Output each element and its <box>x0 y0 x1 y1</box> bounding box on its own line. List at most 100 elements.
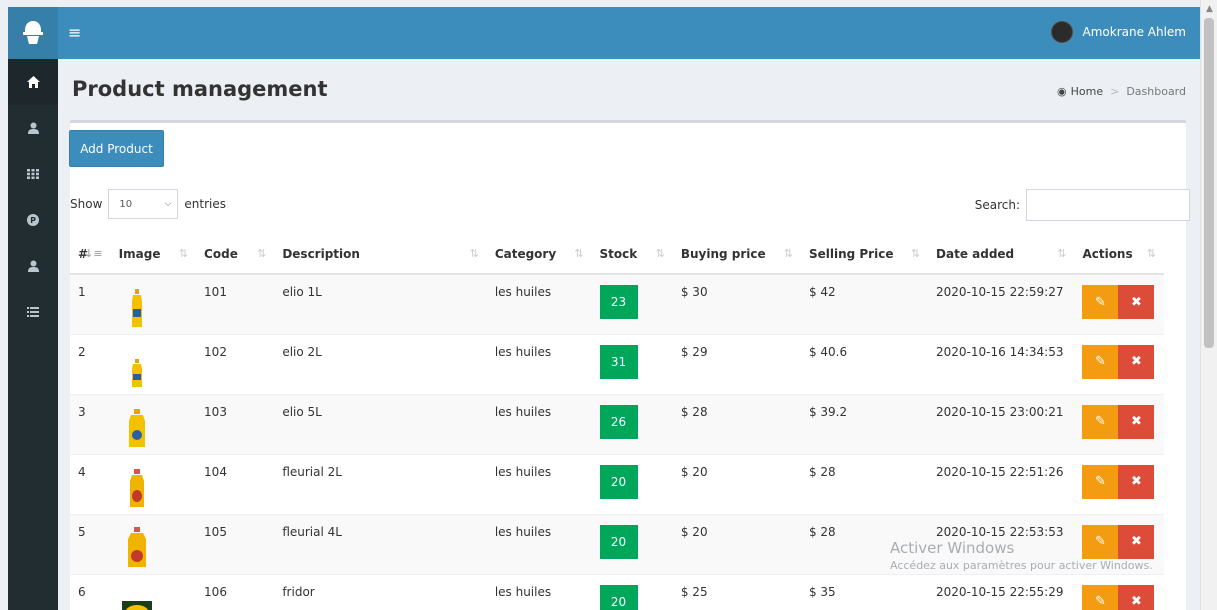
entries-value: 10 <box>119 198 133 210</box>
delete-button[interactable]: ✖ <box>1118 344 1155 379</box>
product-category: les huiles <box>486 513 592 574</box>
product-image <box>110 333 197 394</box>
stock-badge: 20 <box>599 464 638 499</box>
sidebar-item-users[interactable] <box>8 105 58 151</box>
user-menu[interactable]: Amokrane Ahlem <box>1050 21 1186 43</box>
pencil-icon: ✎ <box>1094 594 1106 609</box>
col-image[interactable]: Image ⇅ <box>110 234 197 275</box>
stock-cell: 31 <box>591 333 673 394</box>
pencil-icon: ✎ <box>1094 414 1106 429</box>
edit-button[interactable]: ✎ <box>1082 404 1119 439</box>
product-category: les huiles <box>486 273 592 334</box>
actions-cell: ✎ ✖ <box>1074 393 1164 454</box>
date-added: 2020-10-15 22:51:26 <box>928 453 1075 514</box>
sort-icon: ⇅ <box>783 247 793 260</box>
delete-button[interactable]: ✖ <box>1118 584 1155 610</box>
sort-icon: ⇅ <box>655 247 665 260</box>
show-label: Show <box>70 197 103 211</box>
breadcrumb-separator: > <box>1110 85 1120 98</box>
sort-icon: ⇅ <box>1146 247 1156 260</box>
sidebar-item-grid[interactable] <box>8 151 58 197</box>
sort-icon: ⇅ <box>178 247 189 260</box>
actions-cell: ✎ ✖ <box>1074 273 1164 334</box>
search-control: Search: <box>975 189 1190 221</box>
table-row: 3 103 elio 5L les huiles 26 $ 28 $ 39.2 … <box>70 393 1164 454</box>
breadcrumb: ◉ Home > Dashboard <box>1057 85 1186 98</box>
product-image <box>110 513 197 574</box>
dashboard-icon: ◉ <box>1057 85 1067 98</box>
stock-cell: 20 <box>591 453 673 514</box>
windows-activation-watermark: Activer Windows Accédez aux paramètres p… <box>890 539 1153 572</box>
actions-cell: ✎ ✖ <box>1074 453 1164 514</box>
close-icon: ✖ <box>1130 474 1142 489</box>
buying-price: $ 25 <box>672 573 801 610</box>
breadcrumb-home[interactable]: Home <box>1071 85 1103 98</box>
col-buying-price[interactable]: Buying price ⇅ <box>672 234 801 275</box>
oil-bottle-icon <box>131 289 142 327</box>
entries-label: entries <box>184 197 226 211</box>
product-code: 106 <box>196 573 275 610</box>
sort-icon: ⇅ <box>574 247 584 260</box>
edit-button[interactable]: ✎ <box>1082 464 1119 499</box>
col-selling-price[interactable]: Selling Price ⇅ <box>800 234 929 275</box>
delete-button[interactable]: ✖ <box>1118 404 1155 439</box>
row-number: 5 <box>70 513 111 574</box>
user-icon <box>27 260 39 272</box>
edit-button[interactable]: ✎ <box>1082 584 1119 610</box>
user-icon <box>27 122 39 134</box>
col-code[interactable]: Code ⇅ <box>196 234 275 275</box>
page-scrollbar[interactable]: ▲ <box>1200 0 1217 610</box>
edit-button[interactable]: ✎ <box>1082 285 1119 319</box>
col-description[interactable]: Description ⇅ <box>274 234 487 275</box>
close-icon: ✖ <box>1130 294 1142 310</box>
selling-price: $ 28 <box>800 453 929 514</box>
stock-cell: 26 <box>591 393 673 454</box>
row-number: 3 <box>70 393 111 454</box>
search-input[interactable] <box>1026 189 1190 221</box>
col-actions[interactable]: Actions ⇅ <box>1074 234 1164 275</box>
date-added: 2020-10-16 14:34:53 <box>928 333 1075 394</box>
header: ≡ Amokrane Ahlem <box>58 7 1200 59</box>
selling-price: $ 35 <box>800 573 929 610</box>
product-description: elio 2L <box>274 333 487 394</box>
sidebar-item-list[interactable] <box>8 289 58 335</box>
buying-price: $ 20 <box>672 513 801 574</box>
scroll-up-icon[interactable]: ▲ <box>1206 4 1213 14</box>
main-content: Product management ◉ Home > Dashboard Ad… <box>58 59 1200 610</box>
oil-bottle-icon <box>121 600 152 610</box>
selling-price: $ 42 <box>800 273 929 334</box>
stock-badge: 20 <box>599 584 638 610</box>
col-number[interactable]: # ↓≡ <box>70 234 111 275</box>
date-added: 2020-10-15 22:55:29 <box>928 573 1075 610</box>
chevron-down-icon: ⌵ <box>164 199 172 209</box>
delete-button[interactable]: ✖ <box>1118 464 1155 499</box>
table-row: 1 101 elio 1L les huiles 23 $ 30 $ 42 20… <box>70 273 1164 334</box>
sidebar-item-parking[interactable]: P <box>8 197 58 243</box>
edit-button[interactable]: ✎ <box>1082 344 1119 379</box>
menu-toggle-icon[interactable]: ≡ <box>68 23 81 42</box>
oil-bottle-icon <box>129 468 144 507</box>
stock-badge: 26 <box>599 404 638 439</box>
col-date-added[interactable]: Date added ⇅ <box>928 234 1075 275</box>
logo[interactable] <box>8 7 58 59</box>
col-category[interactable]: Category ⇅ <box>486 234 592 275</box>
entries-control: Show 10 ⌵ entries <box>70 189 226 219</box>
buying-price: $ 20 <box>672 453 801 514</box>
buying-price: $ 30 <box>672 273 801 334</box>
sidebar-item-account[interactable] <box>8 243 58 289</box>
selling-price: $ 40.6 <box>800 333 929 394</box>
col-stock[interactable]: Stock ⇅ <box>591 234 673 275</box>
close-icon: ✖ <box>1130 594 1142 609</box>
grid-icon <box>27 169 39 179</box>
product-description: elio 5L <box>274 393 487 454</box>
pencil-icon: ✎ <box>1094 354 1106 369</box>
close-icon: ✖ <box>1130 354 1142 369</box>
delete-button[interactable]: ✖ <box>1118 285 1155 319</box>
watermark-subtitle: Accédez aux paramètres pour activer Wind… <box>890 559 1153 572</box>
add-product-button[interactable]: Add Product <box>69 130 164 167</box>
scrollbar-thumb[interactable] <box>1204 18 1214 348</box>
sidebar-item-home[interactable] <box>8 59 58 105</box>
product-category: les huiles <box>486 573 592 610</box>
row-number: 1 <box>70 273 111 334</box>
entries-select[interactable]: 10 ⌵ <box>108 189 179 219</box>
